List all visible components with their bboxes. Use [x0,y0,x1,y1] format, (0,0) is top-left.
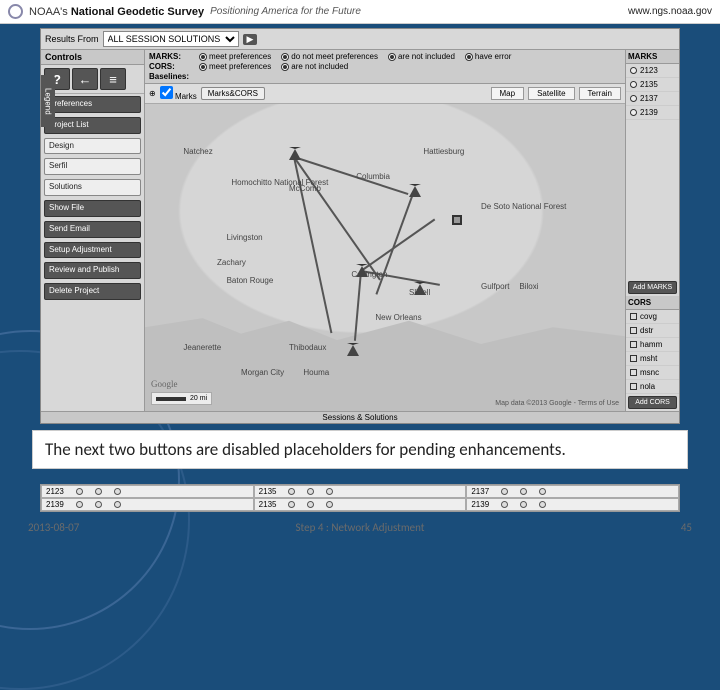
city-label: Hattiesburg [423,147,464,156]
setup-adjustment-button[interactable]: Setup Adjustment [44,242,141,259]
app-frame: Results From ALL SESSION SOLUTIONS ▶ Leg… [40,28,680,424]
terrain-tab[interactable]: Terrain [579,87,621,100]
tagline: Positioning America for the Future [210,6,361,17]
cors-item[interactable]: hamm [626,338,679,352]
marks-head: MARKS [626,50,679,64]
marks-filter-label: MARKS: [149,52,199,61]
send-email-button[interactable]: Send Email [44,221,141,238]
delete-project-button[interactable]: Delete Project [44,283,141,300]
slide-footer: 2013-08-07 Step 4 : Network Adjustment 4… [0,521,720,534]
map-toolbar: ⊕ Marks Marks&CORS Map Satellite Terrain [145,84,625,104]
marks-cors-tab[interactable]: Marks&CORS [201,87,265,100]
table-cell[interactable]: 2135 [254,485,467,498]
cors-item[interactable]: msnc [626,366,679,380]
map-canvas[interactable]: NatchezHomochitto National ForestMcCombC… [145,104,625,411]
annotation-box: The next two buttons are disabled placeh… [32,430,688,469]
solutions-button[interactable]: Solutions [44,179,141,196]
cors-filter-label: CORS: [149,62,199,71]
mark-item[interactable]: 2135 [626,78,679,92]
google-logo: Google [151,379,178,389]
cors-item[interactable]: covg [626,310,679,324]
mark-node[interactable] [289,147,301,160]
design-button[interactable]: Design [44,138,141,155]
marks-opt-error[interactable]: have error [465,52,511,61]
brand: NOAA's National Geodetic Survey [29,6,204,18]
preferences-button[interactable]: Preferences [44,96,141,113]
legend-tab[interactable]: Legend [41,75,55,127]
table-cell[interactable]: 2123 [41,485,254,498]
mark-node[interactable] [409,184,421,197]
list-button[interactable]: ≡ [100,68,126,90]
brand-name: National Geodetic Survey [71,6,204,18]
mark-item[interactable]: 2137 [626,92,679,106]
org-label: NOAA's [29,6,68,18]
city-label: New Orleans [375,313,421,322]
back-button[interactable]: ← [72,68,98,90]
filter-bar: MARKS: meet preferences do not meet pref… [145,50,625,84]
cors-item[interactable]: msht [626,352,679,366]
city-label: De Soto National Forest [481,202,566,211]
table-cell[interactable]: 2139 [466,498,679,511]
cors-opt-meet[interactable]: meet preferences [199,62,271,71]
table-cell[interactable]: 2135 [254,498,467,511]
sessions-table: 2123 2135 2137 2139 2135 2139 [40,484,680,512]
cors-head: CORS [626,296,679,310]
city-label: Houma [303,368,329,377]
site-url: www.ngs.noaa.gov [628,6,712,17]
results-bar: Results From ALL SESSION SOLUTIONS ▶ [41,29,679,50]
right-panel: MARKS 2123 2135 2137 2139 Add MARKS CORS… [625,50,679,411]
marks-opt-meet[interactable]: meet preferences [199,52,271,61]
city-label: Thibodaux [289,343,326,352]
marks-checkbox[interactable]: Marks [160,86,197,101]
marks-filter-opts: meet preferences do not meet preferences… [199,52,621,61]
city-label: Livingston [227,233,263,242]
mark-item[interactable]: 2139 [626,106,679,120]
map-tab[interactable]: Map [491,87,525,100]
scale-bar: 20 mi [151,392,212,405]
city-label: Baton Rouge [227,276,274,285]
marks-opt-notincl[interactable]: are not included [388,52,455,61]
city-label: Columbia [356,172,390,181]
header-bar: NOAA's National Geodetic Survey Position… [0,0,720,24]
results-label: Results From [45,34,99,44]
city-label: McComb [289,184,321,193]
mark-node[interactable] [347,343,359,356]
footer-title: Step 4 : Network Adjustment [0,521,720,534]
controls-head: Controls [41,50,144,65]
table-cell[interactable]: 2139 [41,498,254,511]
results-dropdown[interactable]: ALL SESSION SOLUTIONS [103,31,239,47]
city-label: Biloxi [519,282,538,291]
controls-panel: Controls ? ← ≡ Preferences Project List … [41,50,145,411]
city-label: Covington [351,270,387,279]
cors-node[interactable] [452,215,462,225]
sessions-strip[interactable]: Sessions & Solutions [41,411,679,423]
icon-row: ? ← ≡ [41,65,144,94]
cors-item[interactable]: dstr [626,324,679,338]
hand-icon[interactable]: ⊕ [149,89,156,98]
add-marks-button[interactable]: Add MARKS [628,281,677,294]
add-cors-button[interactable]: Add CORS [628,396,677,409]
satellite-tab[interactable]: Satellite [528,87,574,100]
city-label: Zachary [217,258,246,267]
city-label: Natchez [183,147,212,156]
cors-opt-notincl[interactable]: are not included [281,62,348,71]
table-cell[interactable]: 2137 [466,485,679,498]
marks-opt-notmeet[interactable]: do not meet preferences [281,52,378,61]
center-area: MARKS: meet preferences do not meet pref… [145,50,625,411]
show-file-button[interactable]: Show File [44,200,141,217]
baselines-filter-label: Baselines: [149,72,199,81]
city-label: Jeanerette [183,343,221,352]
review-publish-button[interactable]: Review and Publish [44,262,141,279]
cors-item[interactable]: nola [626,380,679,394]
city-label: Slidell [409,288,430,297]
search-icon [8,4,23,19]
project-list-button[interactable]: Project List [44,117,141,134]
serfil-button[interactable]: Serfil [44,158,141,175]
city-label: Gulfport [481,282,509,291]
results-go-button[interactable]: ▶ [243,34,258,45]
map-attribution: Map data ©2013 Google - Terms of Use [495,400,619,407]
city-label: Morgan City [241,368,284,377]
cors-filter-opts: meet preferences are not included [199,62,621,71]
mark-item[interactable]: 2123 [626,64,679,78]
